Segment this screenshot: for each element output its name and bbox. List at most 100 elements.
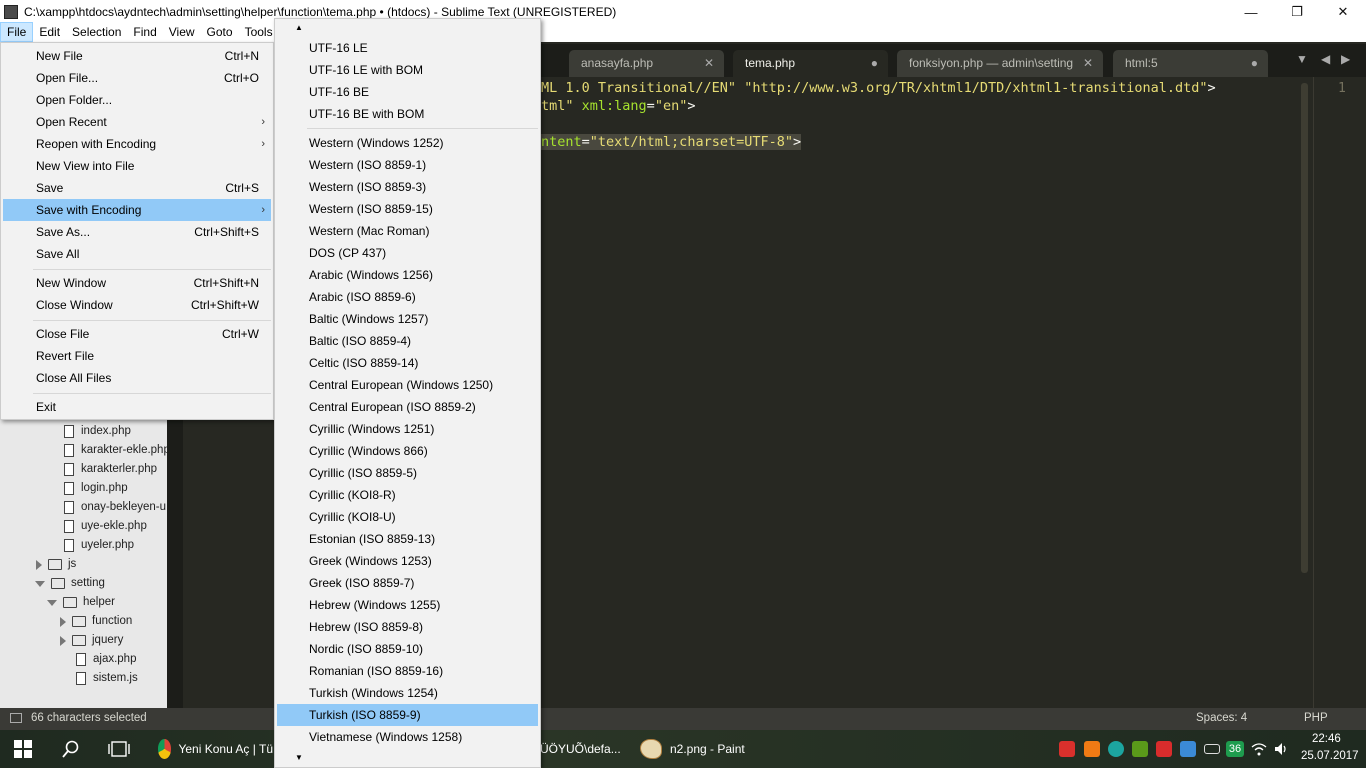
menu-item-reopen-encoding[interactable]: Reopen with Encoding › [3, 133, 271, 155]
tree-file[interactable]: onay-bekleyen-u [64, 498, 166, 517]
tree-file[interactable]: karakterler.php [64, 460, 157, 479]
menu-find[interactable]: Find [127, 22, 162, 42]
editor-scrollbar[interactable] [1301, 83, 1308, 573]
encoding-item[interactable]: Western (Windows 1252) [277, 132, 538, 154]
tab-html5[interactable]: html:5 ● [1113, 50, 1268, 77]
expand-arrow-icon[interactable] [36, 559, 42, 570]
tab-anasayfa[interactable]: anasayfa.php ✕ [569, 50, 724, 77]
tree-file[interactable]: sistem.js [76, 669, 138, 688]
menu-item-new-view[interactable]: New View into File [3, 155, 271, 177]
encoding-item[interactable]: Arabic (Windows 1256) [277, 264, 538, 286]
menu-file[interactable]: File [0, 22, 34, 42]
expand-arrow-icon[interactable] [60, 616, 66, 627]
menu-edit[interactable]: Edit [33, 22, 66, 42]
start-button[interactable] [14, 730, 32, 768]
clock-time[interactable]: 22:46 [1312, 733, 1341, 745]
taskbar-paint[interactable]: n2.png - Paint [640, 730, 745, 768]
menu-item-close-file[interactable]: Close File Ctrl+W [3, 323, 271, 345]
close-icon[interactable]: ✕ [1083, 50, 1093, 76]
menu-item-save-as[interactable]: Save As... Ctrl+Shift+S [3, 221, 271, 243]
unsaved-dot-icon[interactable]: ● [1251, 50, 1258, 76]
tray-badge[interactable]: 36 [1226, 741, 1244, 757]
encoding-item[interactable]: Central European (Windows 1250) [277, 374, 538, 396]
scroll-down-icon[interactable]: ▼ [295, 753, 303, 762]
menu-tools[interactable]: Tools [239, 22, 279, 42]
tray-nvidia-icon[interactable] [1132, 741, 1148, 757]
encoding-item[interactable]: Western (ISO 8859-15) [277, 198, 538, 220]
encoding-item[interactable]: Cyrillic (Windows 1251) [277, 418, 538, 440]
encoding-item[interactable]: Central European (ISO 8859-2) [277, 396, 538, 418]
volume-icon[interactable] [1273, 741, 1289, 757]
task-view-button[interactable] [108, 730, 130, 768]
encoding-item[interactable]: Greek (Windows 1253) [277, 550, 538, 572]
encoding-item[interactable]: Western (Mac Roman) [277, 220, 538, 242]
search-button[interactable] [62, 730, 80, 768]
encoding-item[interactable]: Cyrillic (Windows 866) [277, 440, 538, 462]
unsaved-dot-icon[interactable]: ● [871, 50, 878, 76]
panel-toggle-icon[interactable] [10, 713, 22, 723]
encoding-item[interactable]: Greek (ISO 8859-7) [277, 572, 538, 594]
expand-arrow-icon[interactable] [60, 635, 66, 646]
scroll-up-icon[interactable]: ▲ [295, 23, 303, 32]
tab-prev-icon[interactable]: ◀ [1321, 52, 1330, 66]
menu-view[interactable]: View [163, 22, 201, 42]
tray-xampp-icon[interactable] [1084, 741, 1100, 757]
tab-tema[interactable]: tema.php ● [733, 50, 888, 77]
encoding-item[interactable]: Cyrillic (KOI8-R) [277, 484, 538, 506]
encoding-item[interactable]: Turkish (Windows 1254) [277, 682, 538, 704]
encoding-item[interactable]: DOS (CP 437) [277, 242, 538, 264]
tab-dropdown-icon[interactable]: ▼ [1296, 52, 1308, 66]
tree-file[interactable]: login.php [64, 479, 128, 498]
tree-folder-helper[interactable]: helper [47, 593, 115, 612]
tab-next-icon[interactable]: ▶ [1341, 52, 1350, 66]
tree-file[interactable]: karakter-ekle.php [64, 441, 170, 460]
menu-item-save-all[interactable]: Save All [3, 243, 271, 265]
encoding-item[interactable]: Estonian (ISO 8859-13) [277, 528, 538, 550]
tree-file[interactable]: ajax.php [76, 650, 136, 669]
menu-goto[interactable]: Goto [201, 22, 239, 42]
taskbar-chrome[interactable]: Yeni Konu Aç | Tü [158, 730, 273, 768]
encoding-item[interactable]: Arabic (ISO 8859-6) [277, 286, 538, 308]
battery-icon[interactable] [1204, 744, 1220, 754]
encoding-item[interactable]: UTF-16 LE with BOM [277, 59, 538, 81]
taskbar-explorer[interactable]: ÜÖYUÕ\defa... [540, 730, 621, 768]
tray-onedrive-icon[interactable] [1180, 741, 1196, 757]
tree-file[interactable]: uye-ekle.php [64, 517, 147, 536]
tray-app-icon[interactable] [1059, 741, 1075, 757]
menu-item-exit[interactable]: Exit [3, 396, 271, 418]
encoding-item[interactable]: Celtic (ISO 8859-14) [277, 352, 538, 374]
menu-item-new-file[interactable]: New File Ctrl+N [3, 45, 271, 67]
menu-item-save[interactable]: Save Ctrl+S [3, 177, 271, 199]
tray-shield-icon[interactable] [1156, 741, 1172, 757]
encoding-item[interactable]: UTF-16 BE [277, 81, 538, 103]
collapse-arrow-icon[interactable] [35, 580, 45, 587]
encoding-item[interactable]: Vietnamese (Windows 1258) [277, 726, 538, 748]
menu-item-revert-file[interactable]: Revert File [3, 345, 271, 367]
encoding-item[interactable]: Baltic (Windows 1257) [277, 308, 538, 330]
menu-item-open-folder[interactable]: Open Folder... [3, 89, 271, 111]
indentation-status[interactable]: Spaces: 4 [1196, 712, 1247, 724]
tree-folder-function[interactable]: function [60, 612, 132, 631]
collapse-arrow-icon[interactable] [47, 599, 57, 606]
menu-item-new-window[interactable]: New Window Ctrl+Shift+N [3, 272, 271, 294]
tray-e-icon[interactable] [1108, 741, 1124, 757]
encoding-item[interactable]: Western (ISO 8859-3) [277, 176, 538, 198]
encoding-item[interactable]: Hebrew (Windows 1255) [277, 594, 538, 616]
syntax-status[interactable]: PHP [1304, 712, 1328, 724]
menu-item-save-with-encoding[interactable]: Save with Encoding › [3, 199, 271, 221]
menu-item-open-recent[interactable]: Open Recent › [3, 111, 271, 133]
tree-folder-setting[interactable]: setting [35, 574, 105, 593]
clock-date[interactable]: 25.07.2017 [1301, 750, 1359, 762]
menu-item-open-file[interactable]: Open File... Ctrl+O [3, 67, 271, 89]
encoding-item[interactable]: Western (ISO 8859-1) [277, 154, 538, 176]
encoding-item[interactable]: Hebrew (ISO 8859-8) [277, 616, 538, 638]
maximize-button[interactable]: ❐ [1274, 0, 1320, 24]
tree-folder-jquery[interactable]: jquery [60, 631, 123, 650]
tree-file[interactable]: index.php [64, 422, 131, 441]
tree-file[interactable]: uyeler.php [64, 536, 134, 555]
encoding-item[interactable]: Cyrillic (KOI8-U) [277, 506, 538, 528]
encoding-item[interactable]: UTF-16 LE [277, 37, 538, 59]
encoding-item[interactable]: Nordic (ISO 8859-10) [277, 638, 538, 660]
close-button[interactable]: ✕ [1320, 0, 1366, 24]
wifi-icon[interactable] [1251, 741, 1267, 757]
